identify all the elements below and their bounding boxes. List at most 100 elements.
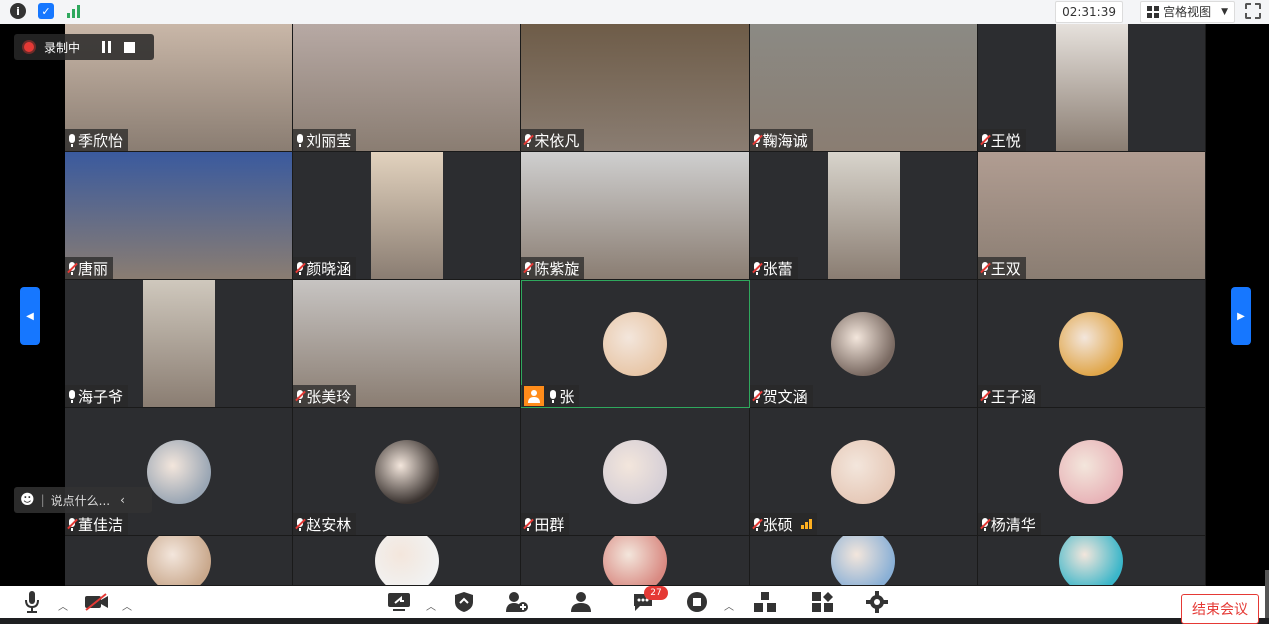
layout-button[interactable]: [754, 590, 776, 614]
participant-name: 唐丽: [78, 259, 109, 278]
participant-grid: 季欣怡 刘丽莹 宋依凡 鞠海诚 王悦唐丽 颜晓涵 陈紫旋 张蕾 王双海子爷 张美玲 张 贺文涵 王子涵董…: [65, 24, 1206, 586]
end-meeting-button[interactable]: 结束会议: [1181, 594, 1259, 624]
emoji-icon[interactable]: ☻: [20, 492, 35, 508]
participant-name: 张美玲: [306, 387, 352, 406]
participant-name: 杨清华: [990, 515, 1036, 534]
participant-nameplate: 季欣怡: [65, 129, 129, 151]
record-options-chevron[interactable]: ︿: [724, 598, 734, 613]
top-bar: i ✓ 02:31:39 宫格视图 ▼: [0, 0, 1269, 25]
participant-tile[interactable]: 田群: [521, 408, 750, 536]
participant-tile[interactable]: 张蕾: [749, 152, 978, 280]
participant-video: [1055, 24, 1128, 151]
participant-avatar: [1059, 536, 1124, 585]
mic-muted-icon: [295, 389, 306, 403]
participant-name: 鞠海诚: [762, 131, 808, 150]
pause-recording-button[interactable]: [96, 36, 118, 58]
participants-button[interactable]: [570, 590, 592, 614]
security-shield-icon[interactable]: ✓: [38, 3, 54, 19]
participant-tile[interactable]: 宋依凡: [521, 24, 750, 152]
participant-tile[interactable]: 张: [521, 280, 750, 408]
participant-tile[interactable]: 赵安林: [293, 408, 522, 536]
participant-tile[interactable]: [65, 536, 294, 586]
meeting-toolbar: ︿ ︿ ︿ 27 ︿ 结束会议: [0, 586, 1269, 624]
participant-tile[interactable]: 张硕: [749, 408, 978, 536]
participant-name: 刘丽莹: [306, 131, 352, 150]
fullscreen-icon[interactable]: [1245, 3, 1261, 19]
microphone-icon: [25, 591, 39, 613]
prev-page-button[interactable]: ◀: [20, 287, 40, 345]
mic-muted-icon: [751, 133, 763, 147]
participant-nameplate: 张美玲: [293, 385, 357, 407]
camera-options-chevron[interactable]: ︿: [122, 598, 132, 613]
participant-tile[interactable]: [749, 536, 978, 586]
participant-video: [371, 152, 444, 279]
record-icon: [687, 592, 707, 612]
participant-tile[interactable]: [977, 536, 1206, 586]
participant-video: [827, 152, 900, 279]
mic-muted-icon: [979, 389, 991, 403]
participant-tile[interactable]: 王双: [977, 152, 1206, 280]
participant-tile[interactable]: 杨清华: [977, 408, 1206, 536]
mic-muted-icon: [979, 133, 991, 147]
participant-tile[interactable]: 海子爷: [65, 280, 294, 408]
recording-label: 录制中: [44, 40, 81, 55]
participant-tile[interactable]: 鞠海诚: [749, 24, 978, 152]
participant-tile[interactable]: 刘丽莹: [293, 24, 522, 152]
microphone-button[interactable]: [22, 590, 42, 614]
participant-tile[interactable]: 董佳洁: [65, 408, 294, 536]
participant-tile[interactable]: 贺文涵: [749, 280, 978, 408]
participant-nameplate: 鞠海诚: [749, 129, 813, 151]
host-icon: [524, 386, 545, 406]
participant-tile[interactable]: 唐丽: [65, 152, 294, 280]
stop-recording-button[interactable]: [118, 36, 140, 58]
participant-name: 赵安林: [306, 515, 352, 534]
camera-off-icon: [85, 593, 108, 611]
participant-tile[interactable]: 王悦: [977, 24, 1206, 152]
record-dot-icon: [24, 42, 34, 52]
user-icon: [571, 592, 591, 612]
mic-muted-icon: [67, 261, 78, 275]
chat-button[interactable]: 27: [632, 586, 668, 614]
participant-nameplate: 董佳洁: [65, 513, 129, 535]
view-mode-dropdown[interactable]: 宫格视图 ▼: [1140, 1, 1235, 23]
participant-name: 王子涵: [990, 387, 1036, 406]
camera-button[interactable]: [84, 590, 110, 614]
security-button[interactable]: [454, 590, 474, 614]
participant-name: 张蕾: [762, 259, 793, 278]
network-signal-icon[interactable]: [66, 3, 82, 19]
chat-quick-input[interactable]: ☻ | 说点什么... ‹: [14, 487, 152, 513]
share-screen-button[interactable]: [386, 590, 412, 614]
apps-button[interactable]: [812, 590, 834, 614]
participant-tile[interactable]: 王子涵: [977, 280, 1206, 408]
participant-nameplate: 王悦: [977, 129, 1026, 151]
mic-muted-icon: [295, 261, 306, 275]
scrollbar[interactable]: [1265, 570, 1269, 618]
info-icon[interactable]: i: [10, 3, 26, 19]
participant-tile[interactable]: [293, 536, 522, 586]
mic-muted-icon: [751, 389, 763, 403]
participant-nameplate: 张: [521, 385, 580, 407]
participant-tile[interactable]: 张美玲: [293, 280, 522, 408]
participant-nameplate: 王子涵: [977, 385, 1041, 407]
participant-tile[interactable]: 颜晓涵: [293, 152, 522, 280]
next-page-button[interactable]: ▶: [1231, 287, 1251, 345]
participant-name: 董佳洁: [78, 515, 124, 534]
chevron-down-icon: ▼: [1221, 7, 1228, 17]
participant-tile[interactable]: 陈紫旋: [521, 152, 750, 280]
collapse-chat-icon[interactable]: ‹: [120, 493, 125, 507]
mic-muted-icon: [523, 133, 535, 147]
participant-nameplate: 宋依凡: [521, 129, 585, 151]
participant-video: [143, 280, 215, 407]
participant-tile[interactable]: [521, 536, 750, 586]
participant-avatar: [1059, 439, 1124, 504]
participant-avatar: [831, 439, 896, 504]
participant-name: 宋依凡: [534, 131, 580, 150]
invite-button[interactable]: [505, 590, 529, 614]
share-options-chevron[interactable]: ︿: [426, 598, 436, 613]
participant-nameplate: 王双: [977, 257, 1026, 279]
microphone-options-chevron[interactable]: ︿: [58, 598, 68, 613]
grid-view-icon: [1147, 6, 1160, 18]
settings-button[interactable]: [866, 590, 888, 614]
record-button[interactable]: [686, 590, 708, 614]
share-screen-icon: [388, 593, 410, 611]
